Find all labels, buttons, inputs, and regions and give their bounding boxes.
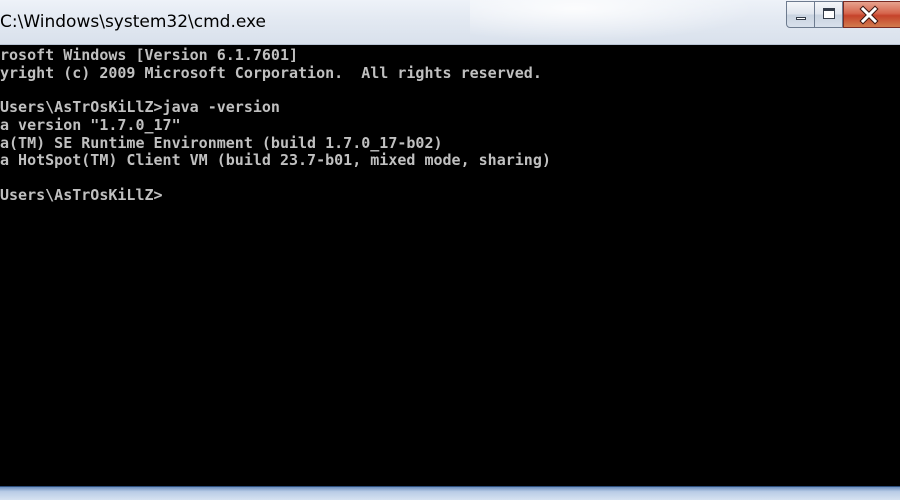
maximize-icon	[823, 8, 835, 19]
window-title: C:\Windows\system32\cmd.exe	[0, 12, 267, 32]
console-line: a version "1.7.0_17"	[0, 116, 181, 134]
console-output[interactable]: rosoft Windows [Version 6.1.7601] yright…	[0, 46, 900, 486]
caption-buttons	[786, 1, 900, 29]
minimize-icon	[796, 17, 806, 20]
maximize-button[interactable]	[815, 1, 843, 28]
title-bar[interactable]: C:\Windows\system32\cmd.exe	[0, 0, 900, 45]
close-button[interactable]	[843, 1, 900, 28]
console-line: Users\AsTrOsKiLlZ>java -version	[0, 98, 280, 116]
command-prompt[interactable]: Users\AsTrOsKiLlZ>	[0, 186, 163, 204]
cmd-window: C:\Windows\system32\cmd.exe rosoft Windo…	[0, 0, 900, 500]
title-bar-glow	[470, 0, 770, 44]
minimize-button[interactable]	[786, 1, 815, 28]
console-line: rosoft Windows [Version 6.1.7601]	[0, 46, 299, 64]
close-icon	[859, 5, 879, 25]
console-line: a(TM) SE Runtime Environment (build 1.7.…	[0, 134, 443, 152]
console-line: yright (c) 2009 Microsoft Corporation. A…	[0, 64, 542, 82]
window-bottom-border	[0, 486, 900, 500]
console-line: a HotSpot(TM) Client VM (build 23.7-b01,…	[0, 151, 551, 169]
